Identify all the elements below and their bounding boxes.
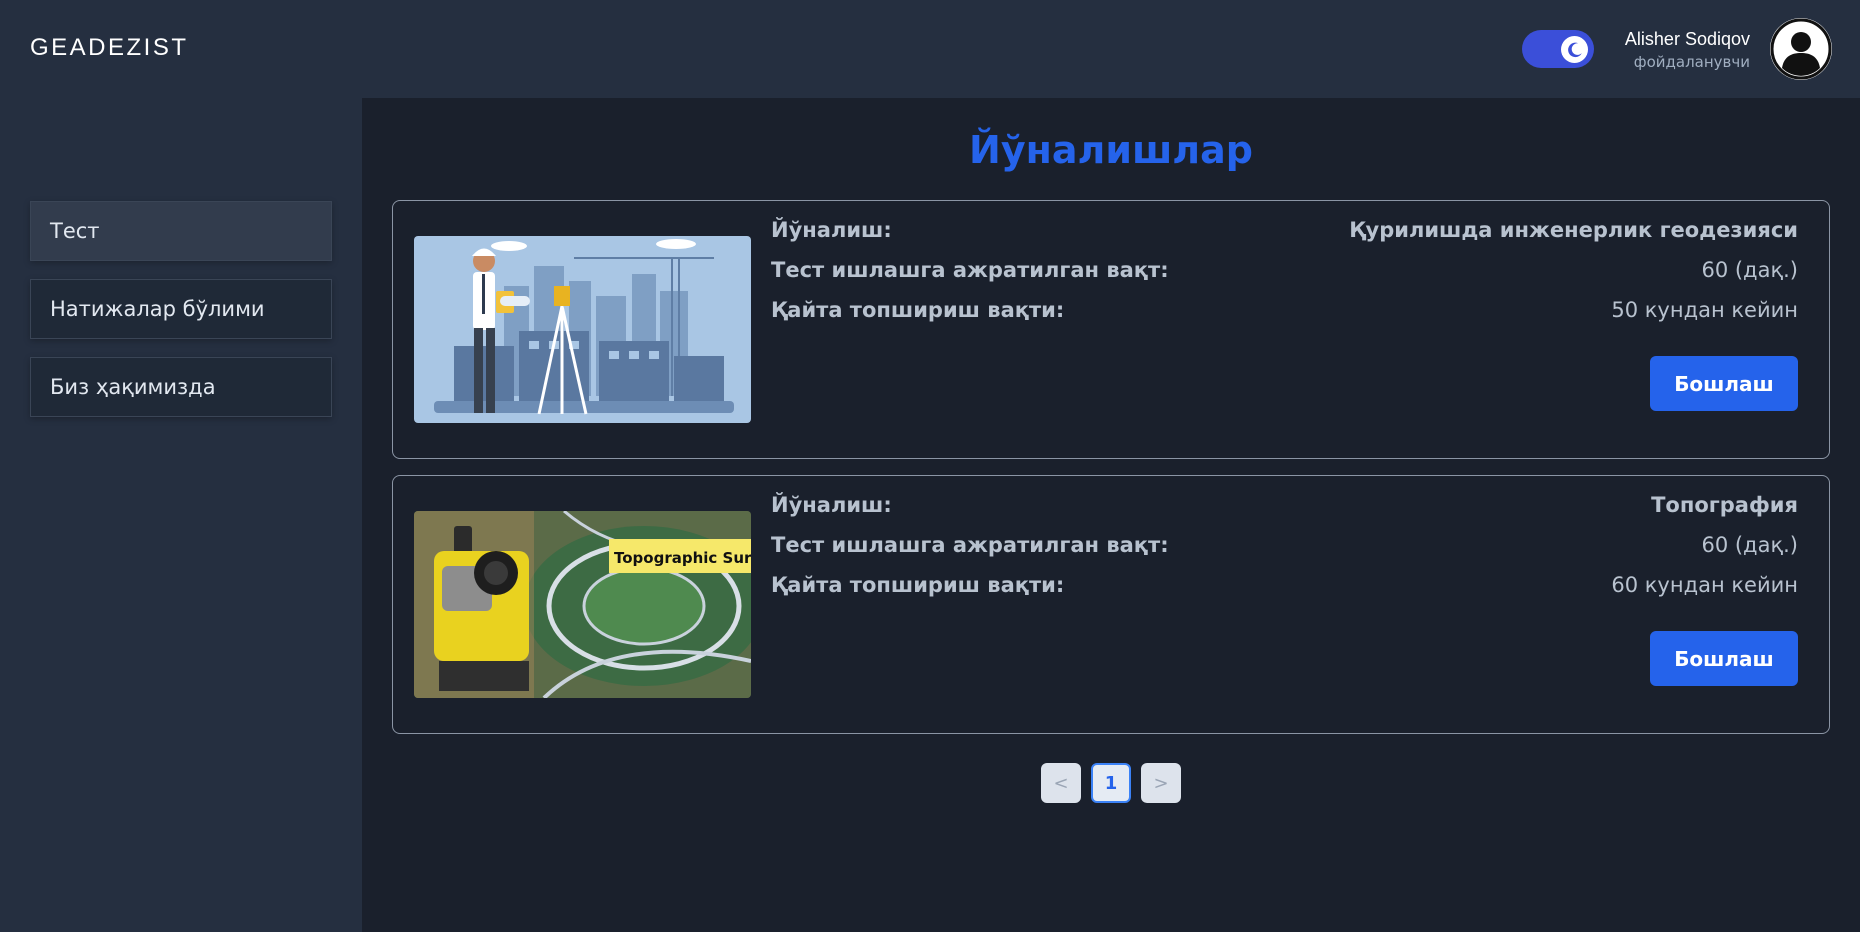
user-avatar-icon[interactable] [1770, 18, 1832, 80]
top-header: GEADEZIST Alisher Sodiqov фойдаланувчи [0, 0, 1860, 98]
sidebar-item-label: Натижалар бўлими [50, 297, 265, 321]
sidebar-item-results[interactable]: Натижалар бўлими [30, 279, 332, 339]
time-label: Тест ишлашга ажратилган вақт: [771, 258, 1169, 282]
direction-card: Topographic Surve Йўналиш: Топография Те… [392, 475, 1830, 734]
time-value: 60 (дақ.) [1701, 533, 1798, 557]
direction-label: Йўналиш: [771, 218, 892, 242]
user-role: фойдаланувчи [1633, 53, 1750, 71]
moon-icon [1561, 36, 1588, 63]
pagination-page-1[interactable]: 1 [1091, 763, 1131, 803]
direction-value: Қурилишда инженерлик геодезияси [1349, 218, 1798, 242]
start-button[interactable]: Бошлаш [1650, 356, 1798, 411]
topographic-survey-photo: Topographic Surve [414, 511, 751, 698]
construction-surveyor-illustration [414, 236, 751, 423]
sidebar-item-test[interactable]: Тест [30, 201, 332, 261]
retake-value: 50 кундан кейин [1611, 298, 1798, 322]
photo-banner-text: Topographic Surve [614, 549, 751, 567]
theme-toggle[interactable] [1522, 30, 1594, 68]
direction-label: Йўналиш: [771, 493, 892, 517]
user-name: Alisher Sodiqov [1624, 29, 1750, 49]
sidebar-item-label: Биз ҳақимизда [50, 375, 216, 399]
retake-label: Қайта топшириш вақти: [771, 298, 1065, 322]
pagination-prev-button[interactable]: < [1041, 763, 1081, 803]
pagination-next-button[interactable]: > [1141, 763, 1181, 803]
direction-card: Йўналиш: Қурилишда инженерлик геодезияси… [392, 200, 1830, 459]
retake-value: 60 кундан кейин [1611, 573, 1798, 597]
direction-value: Топография [1651, 493, 1798, 517]
page-title: Йўналишлар [969, 128, 1253, 172]
retake-label: Қайта топшириш вақти: [771, 573, 1065, 597]
logo[interactable]: GEADEZIST [30, 34, 189, 62]
sidebar-item-label: Тест [50, 219, 100, 243]
time-value: 60 (дақ.) [1701, 258, 1798, 282]
sidebar-item-about[interactable]: Биз ҳақимизда [30, 357, 332, 417]
time-label: Тест ишлашга ажратилган вақт: [771, 533, 1169, 557]
start-button[interactable]: Бошлаш [1650, 631, 1798, 686]
